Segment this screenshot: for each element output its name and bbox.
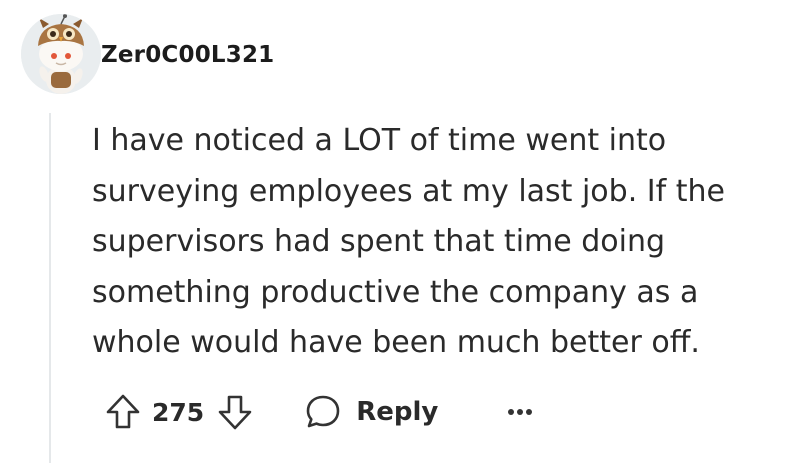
comment: Zer0C00L321 I have noticed a LOT of time…	[0, 0, 789, 463]
upvote-button[interactable]	[100, 389, 146, 435]
snoo-avatar-icon	[21, 14, 101, 94]
reply-button[interactable]: Reply	[304, 393, 438, 431]
avatar[interactable]	[21, 14, 101, 94]
comment-line: supervisors had spent that time doing	[92, 224, 666, 259]
comment-body: I have noticed a LOT of time went into s…	[92, 116, 772, 369]
action-bar: 275 Reply	[92, 389, 538, 435]
comment-line: something productive the company as a	[92, 274, 699, 310]
comment-line: surveying employees at my last job. If t…	[92, 173, 725, 209]
ellipsis-icon	[508, 409, 533, 415]
speech-bubble-icon	[306, 395, 340, 428]
vote-count: 275	[152, 397, 205, 427]
comment-line: whole would have been much better off.	[92, 325, 700, 360]
comment-line: I have noticed a LOT of time went into	[92, 123, 667, 158]
thread-line[interactable]	[49, 113, 51, 463]
arrow-up-icon	[106, 394, 140, 429]
vote-group: 275	[92, 389, 258, 435]
reply-label: Reply	[356, 397, 439, 427]
arrow-down-icon	[218, 395, 252, 430]
username[interactable]: Zer0C00L321	[101, 40, 274, 70]
more-options-button[interactable]	[502, 394, 538, 430]
downvote-button[interactable]	[212, 389, 258, 435]
